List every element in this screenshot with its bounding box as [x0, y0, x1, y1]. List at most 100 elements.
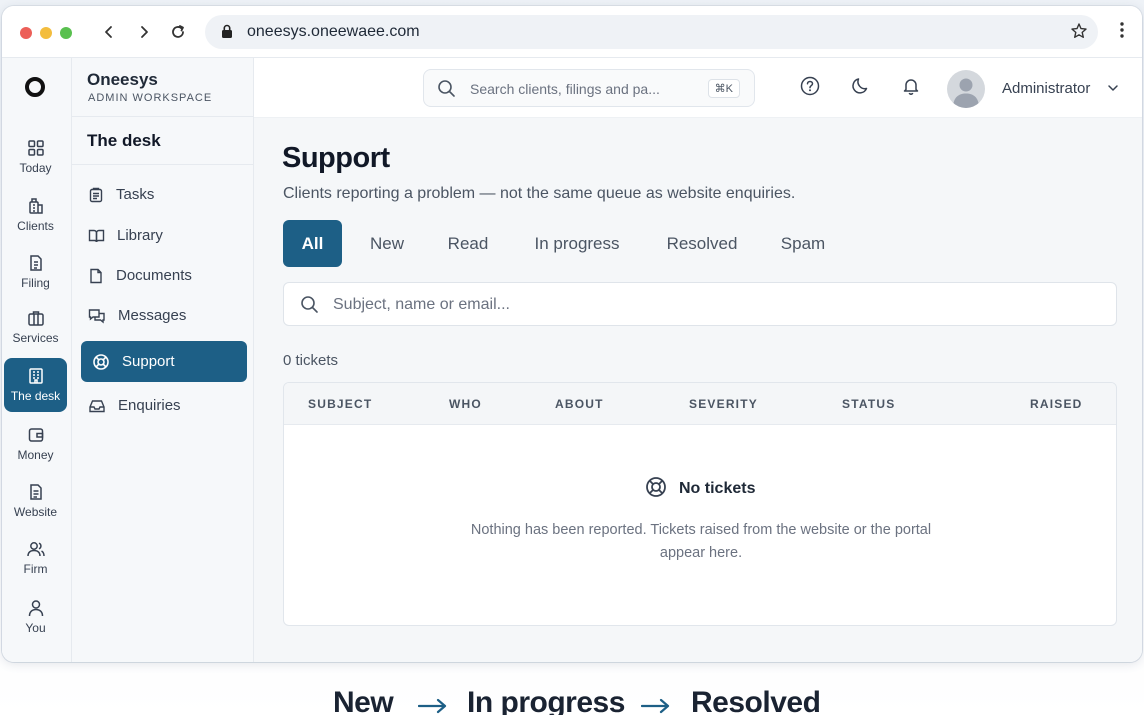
avatar[interactable]: [947, 70, 985, 108]
rail-item-filing[interactable]: Filing: [4, 245, 67, 299]
rail-item-label: Website: [13, 505, 58, 519]
column-header-raised[interactable]: RAISED: [1030, 397, 1083, 411]
rail-item-clients[interactable]: Clients: [4, 188, 67, 242]
inbox-icon: [88, 398, 118, 414]
ticket-search-placeholder: Subject, name or email...: [333, 296, 510, 313]
back-icon[interactable]: [97, 20, 121, 44]
app-header: Search clients, filings and pa... ⌘K Adm…: [254, 58, 1142, 118]
rail-item-label: Money: [17, 448, 54, 462]
sidebar-item-label: Messages: [118, 307, 187, 324]
rail-item-label: You: [25, 621, 46, 635]
rail-item-services[interactable]: Services: [4, 300, 67, 354]
rail-item-today[interactable]: Today: [4, 130, 67, 184]
page-title: Support: [282, 142, 390, 174]
page-icon: [27, 483, 45, 505]
url-text: oneesys.oneewaee.com: [247, 23, 420, 40]
sidebar-item-tasks[interactable]: Tasks: [80, 174, 246, 215]
wallet-icon: [27, 426, 45, 448]
column-header-about[interactable]: ABOUT: [555, 397, 604, 411]
primary-nav-rail: Today Clients Filing Services The desk M…: [2, 58, 72, 662]
browser-toolbar: oneesys.oneewaee.com: [2, 6, 1142, 58]
rail-item-the-desk[interactable]: The desk: [4, 358, 67, 412]
sidebar-section-title: The desk: [87, 131, 161, 150]
chat-icon: [88, 308, 118, 324]
status-flow: New In progress Resolved: [0, 686, 1144, 715]
ticket-search-input[interactable]: Subject, name or email...: [283, 282, 1117, 326]
window-close-button[interactable]: [20, 27, 32, 39]
rail-item-label: Filing: [21, 276, 50, 290]
browser-window: oneesys.oneewaee.com Today Clients Filin…: [2, 6, 1142, 662]
brand-logo-icon[interactable]: [23, 75, 47, 99]
column-header-subject[interactable]: SUBJECT: [308, 397, 372, 411]
browser-menu-icon[interactable]: [1120, 22, 1124, 38]
tab-new[interactable]: New: [360, 220, 414, 267]
file-icon: [27, 254, 45, 276]
app-name: Oneesys: [87, 70, 158, 89]
desk-icon: [27, 367, 45, 389]
rail-item-label: Services: [12, 331, 59, 345]
window-minimize-button[interactable]: [40, 27, 52, 39]
tab-resolved[interactable]: Resolved: [657, 220, 747, 267]
rail-item-label: The desk: [10, 389, 61, 403]
empty-state-title: No tickets: [679, 480, 756, 497]
global-search-placeholder: Search clients, filings and pa...: [470, 81, 660, 97]
help-icon[interactable]: [800, 76, 820, 96]
clipboard-icon: [88, 187, 116, 203]
notifications-bell-icon[interactable]: [901, 76, 921, 96]
sidebar-item-label: Enquiries: [118, 397, 181, 414]
tab-spam[interactable]: Spam: [772, 220, 834, 267]
tab-all[interactable]: All: [283, 220, 342, 267]
sidebar-item-label: Tasks: [116, 186, 155, 203]
rail-item-money[interactable]: Money: [4, 417, 67, 471]
sidebar-item-documents[interactable]: Documents: [80, 255, 246, 296]
app-subtitle: ADMIN WORKSPACE: [88, 92, 213, 104]
tab-read[interactable]: Read: [439, 220, 497, 267]
flow-step-new: New: [333, 686, 394, 715]
main-content: Support Clients reporting a problem — no…: [254, 118, 1142, 662]
column-header-who[interactable]: WHO: [449, 397, 482, 411]
window-maximize-button[interactable]: [60, 27, 72, 39]
bookmark-star-icon[interactable]: [1070, 22, 1088, 40]
arrow-right-icon: [641, 698, 671, 714]
search-icon: [437, 79, 456, 98]
empty-state-text: Nothing has been reported. Tickets raise…: [470, 522, 932, 561]
sidebar-item-support[interactable]: Support: [81, 341, 247, 382]
forward-icon[interactable]: [132, 20, 156, 44]
secondary-sidebar: Oneesys ADMIN WORKSPACE The desk Tasks L…: [72, 58, 254, 662]
document-icon: [88, 268, 116, 284]
rail-item-firm[interactable]: Firm: [4, 531, 67, 585]
rail-item-you[interactable]: You: [4, 590, 67, 644]
shortcut-badge: ⌘K: [707, 79, 740, 98]
tab-in-progress[interactable]: In progress: [524, 220, 630, 267]
building-icon: [27, 197, 45, 219]
divider: [72, 164, 253, 165]
sidebar-item-label: Documents: [116, 267, 192, 284]
address-bar[interactable]: oneesys.oneewaee.com: [205, 15, 1098, 49]
sidebar-item-enquiries[interactable]: Enquiries: [80, 385, 246, 426]
ticket-count: 0 tickets: [283, 352, 339, 369]
book-icon: [88, 228, 117, 244]
rail-item-label: Firm: [23, 562, 48, 576]
sidebar-item-label: Library: [117, 227, 163, 244]
rail-item-label: Today: [19, 161, 52, 175]
arrow-right-icon: [418, 698, 448, 714]
rail-item-label: Clients: [17, 219, 54, 233]
reload-icon[interactable]: [166, 20, 190, 44]
flow-step-in-progress: In progress: [467, 686, 625, 715]
dark-mode-moon-icon[interactable]: [851, 76, 871, 96]
user-name[interactable]: Administrator: [1002, 80, 1090, 97]
column-header-status[interactable]: STATUS: [842, 397, 895, 411]
sidebar-item-library[interactable]: Library: [80, 215, 246, 256]
users-icon: [26, 540, 46, 562]
global-search-input[interactable]: Search clients, filings and pa... ⌘K: [423, 69, 755, 107]
chevron-down-icon[interactable]: [1107, 83, 1119, 93]
lifebuoy-icon: [645, 476, 667, 498]
sidebar-item-messages[interactable]: Messages: [80, 295, 246, 336]
divider: [72, 116, 253, 117]
user-icon: [27, 599, 45, 621]
search-icon: [300, 295, 319, 314]
rail-item-website[interactable]: Website: [4, 474, 67, 528]
flow-step-resolved: Resolved: [691, 686, 821, 715]
page-subtitle: Clients reporting a problem — not the sa…: [283, 185, 796, 202]
column-header-severity[interactable]: SEVERITY: [689, 397, 758, 411]
